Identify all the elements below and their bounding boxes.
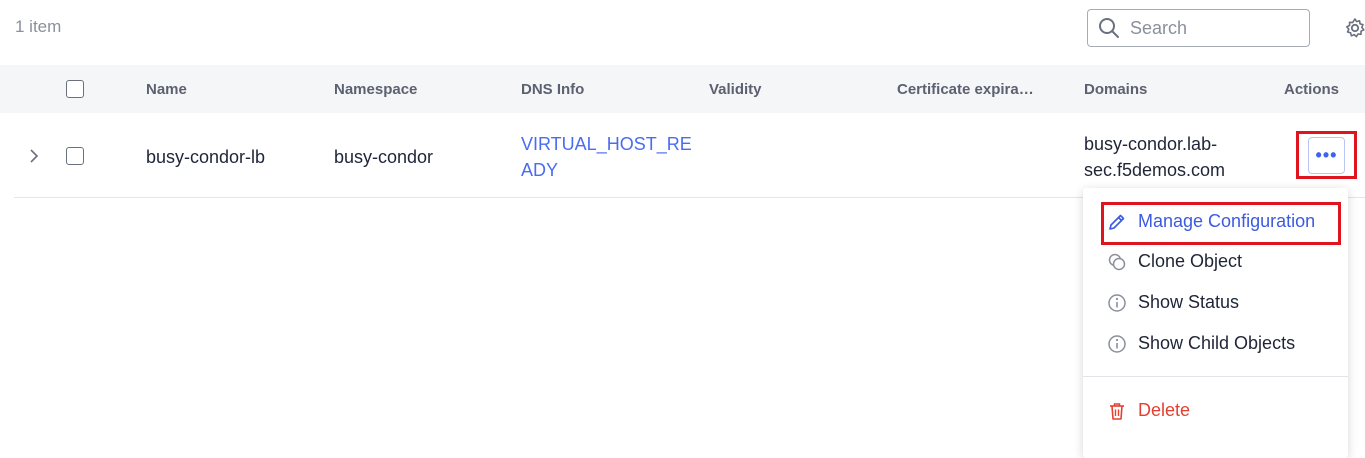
trash-icon bbox=[1110, 403, 1124, 420]
menu-item-label: Clone Object bbox=[1138, 251, 1243, 271]
column-header-name[interactable]: Name bbox=[146, 81, 187, 98]
column-header-validity[interactable]: Validity bbox=[709, 81, 762, 98]
search-icon bbox=[1099, 18, 1119, 38]
menu-item-label: Delete bbox=[1138, 400, 1191, 420]
gear-icon[interactable] bbox=[1344, 17, 1365, 39]
menu-item-label: Show Status bbox=[1138, 292, 1240, 312]
menu-item-label: Show Child Objects bbox=[1138, 333, 1296, 353]
search-input[interactable] bbox=[1128, 16, 1302, 40]
cell-dns-info[interactable]: VIRTUAL_HOST_RE ADY bbox=[521, 131, 692, 183]
column-header-namespace[interactable]: Namespace bbox=[334, 81, 417, 98]
menu-item-delete[interactable]: Delete bbox=[1083, 390, 1348, 430]
domain-line: busy-condor.lab- bbox=[1084, 134, 1218, 154]
cell-domains: busy-condor.lab- sec.f5demos.com bbox=[1084, 131, 1225, 183]
info-icon bbox=[1108, 335, 1126, 353]
cell-namespace: busy-condor bbox=[334, 147, 434, 167]
select-all-checkbox[interactable] bbox=[66, 80, 84, 98]
cell-name: busy-condor-lb bbox=[146, 147, 266, 167]
column-header-certificate-expiration[interactable]: Certificate expira… bbox=[897, 81, 1034, 98]
table-row[interactable]: busy-condor-lb busy-condor VIRTUAL_HOST_… bbox=[0, 113, 1365, 197]
info-icon bbox=[1108, 294, 1126, 312]
menu-item-show-child-objects[interactable]: Show Child Objects bbox=[1083, 323, 1348, 363]
table-header: Name Namespace DNS Info Validity Certifi… bbox=[0, 65, 1365, 113]
menu-divider bbox=[1083, 376, 1348, 377]
highlight-box-manage-configuration bbox=[1101, 202, 1341, 245]
column-header-dns-info[interactable]: DNS Info bbox=[521, 81, 584, 98]
dns-info-line: VIRTUAL_HOST_RE bbox=[521, 134, 692, 154]
menu-item-clone-object[interactable]: Clone Object bbox=[1083, 241, 1348, 281]
highlight-box-actions bbox=[1296, 131, 1357, 179]
row-checkbox[interactable] bbox=[66, 147, 84, 165]
item-count: 1 item bbox=[15, 17, 62, 36]
column-header-domains[interactable]: Domains bbox=[1084, 81, 1147, 98]
chevron-right-icon[interactable] bbox=[29, 149, 39, 163]
domain-line: sec.f5demos.com bbox=[1084, 160, 1226, 180]
search-box[interactable] bbox=[1087, 9, 1310, 47]
menu-item-show-status[interactable]: Show Status bbox=[1083, 282, 1348, 322]
dns-info-line: ADY bbox=[521, 160, 559, 180]
column-header-actions: Actions bbox=[1284, 81, 1340, 98]
clone-icon bbox=[1108, 253, 1126, 271]
